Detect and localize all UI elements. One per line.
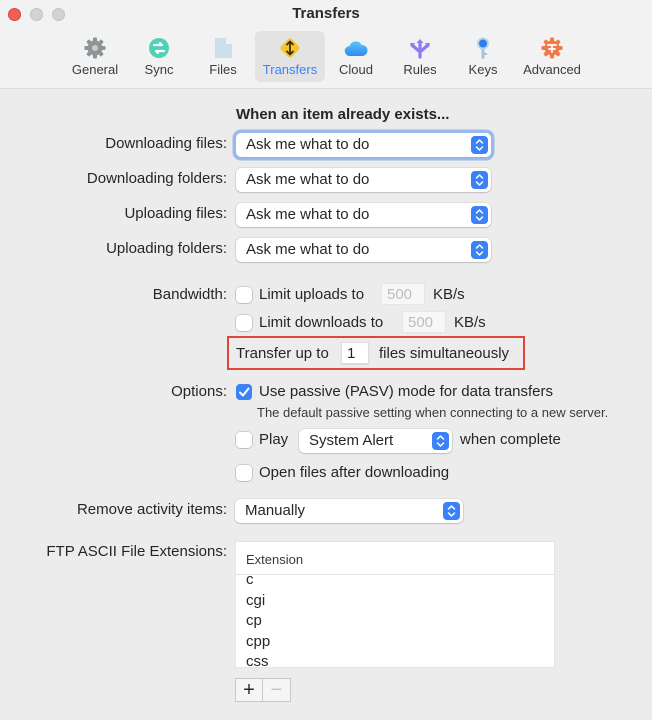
chevron-up-down-icon — [443, 502, 460, 520]
tab-sync[interactable]: Sync — [124, 31, 194, 82]
table-row[interactable]: c — [236, 570, 554, 591]
existing-item-heading: When an item already exists... — [236, 106, 450, 123]
tab-label: Cloud — [339, 62, 373, 77]
open-after-download-checkbox[interactable] — [236, 465, 252, 481]
extensions-table[interactable]: Extension c cgi cp cpp css — [235, 541, 555, 668]
tab-label: Sync — [144, 62, 174, 77]
cloud-icon — [344, 36, 368, 60]
tab-general[interactable]: General — [60, 31, 130, 82]
files-simultaneously-label: files simultaneously — [379, 345, 510, 362]
chevron-up-down-icon — [471, 241, 488, 259]
tab-label: Advanced — [523, 62, 581, 77]
when-complete-label: when complete — [460, 431, 561, 448]
play-label: Play — [259, 431, 289, 448]
key-icon — [471, 36, 495, 60]
table-row[interactable]: cpp — [236, 632, 554, 653]
table-row[interactable]: css — [236, 652, 554, 667]
downloading-files-popup[interactable]: Ask me what to do — [236, 133, 491, 157]
limit-downloads-label: Limit downloads to — [259, 314, 384, 331]
passive-mode-label: Use passive (PASV) mode for data transfe… — [259, 383, 554, 400]
popup-value: Manually — [245, 502, 306, 519]
chevron-up-down-icon — [471, 171, 488, 189]
popup-value: Ask me what to do — [246, 206, 370, 223]
tab-cloud[interactable]: Cloud — [321, 31, 391, 82]
popup-value: System Alert — [309, 432, 394, 449]
title-bar: Transfers General Sync Files Transfers C… — [0, 0, 652, 89]
download-limit-field[interactable]: 500 — [402, 311, 446, 333]
tab-rules[interactable]: Rules — [385, 31, 455, 82]
downloading-files-label: Downloading files: — [105, 135, 227, 152]
downloading-folders-popup[interactable]: Ask me what to do — [236, 168, 491, 192]
bandwidth-label: Bandwidth: — [152, 286, 227, 303]
checkmark-icon — [239, 387, 250, 397]
tab-files[interactable]: Files — [188, 31, 258, 82]
transfers-arrows-icon — [278, 36, 302, 60]
table-row[interactable]: cgi — [236, 591, 554, 612]
transfer-up-to-label: Transfer up to — [236, 345, 329, 362]
play-sound-checkbox[interactable] — [236, 432, 252, 448]
uploading-files-popup[interactable]: Ask me what to do — [236, 203, 491, 227]
tab-label: General — [71, 62, 119, 77]
add-remove-control: + − — [235, 678, 291, 702]
popup-value: Ask me what to do — [246, 241, 370, 258]
remove-extension-button[interactable]: − — [263, 679, 290, 701]
upload-limit-unit: KB/s — [433, 286, 465, 303]
file-icon — [211, 36, 235, 60]
popup-value: Ask me what to do — [246, 136, 370, 153]
tab-keys[interactable]: Keys — [448, 31, 518, 82]
tab-label: Rules — [403, 62, 437, 77]
upload-limit-field[interactable]: 500 — [381, 283, 425, 305]
tab-transfers[interactable]: Transfers — [255, 31, 325, 82]
options-label: Options: — [171, 383, 227, 400]
tab-label: Keys — [468, 62, 498, 77]
chevron-up-down-icon — [432, 432, 449, 450]
downloading-folders-label: Downloading folders: — [86, 170, 227, 187]
remove-activity-popup[interactable]: Manually — [235, 499, 463, 523]
popup-value: Ask me what to do — [246, 171, 370, 188]
sound-popup[interactable]: System Alert — [299, 429, 452, 453]
tab-label: Files — [209, 62, 237, 77]
open-after-download-label: Open files after downloading — [259, 464, 450, 481]
gear-icon — [83, 36, 107, 60]
uploading-files-label: Uploading files: — [124, 205, 227, 222]
limit-downloads-checkbox[interactable] — [236, 315, 252, 331]
table-row[interactable]: cp — [236, 611, 554, 632]
sync-icon — [147, 36, 171, 60]
tab-advanced[interactable]: Advanced — [517, 31, 587, 82]
remove-activity-label: Remove activity items: — [76, 501, 227, 518]
uploading-folders-label: Uploading folders: — [106, 240, 227, 257]
rules-arrows-icon — [408, 36, 432, 60]
chevron-up-down-icon — [471, 136, 488, 154]
add-extension-button[interactable]: + — [236, 679, 263, 701]
passive-mode-description: The default passive setting when connect… — [257, 405, 609, 420]
ascii-extensions-label: FTP ASCII File Extensions: — [46, 543, 227, 560]
simultaneous-count-field[interactable]: 1 — [341, 342, 369, 364]
preferences-toolbar: General Sync Files Transfers Cloud Rules… — [0, 31, 652, 85]
window-title: Transfers — [292, 5, 360, 22]
passive-mode-checkbox[interactable] — [236, 384, 252, 400]
chevron-up-down-icon — [471, 206, 488, 224]
limit-uploads-checkbox[interactable] — [236, 287, 252, 303]
advanced-gear-icon — [540, 36, 564, 60]
tab-label: Transfers — [262, 62, 318, 77]
limit-uploads-label: Limit uploads to — [259, 286, 365, 303]
download-limit-unit: KB/s — [454, 314, 486, 331]
uploading-folders-popup[interactable]: Ask me what to do — [236, 238, 491, 262]
